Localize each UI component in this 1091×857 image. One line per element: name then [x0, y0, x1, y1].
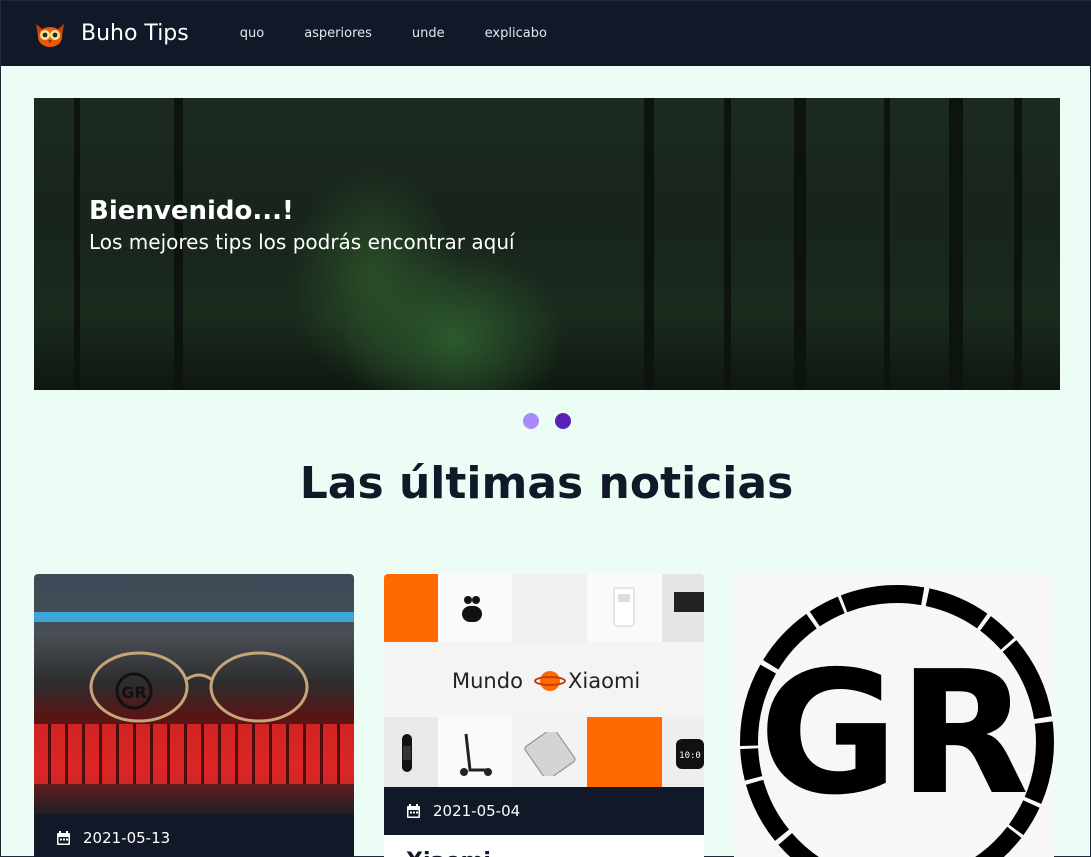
- hero-subtitle: Los mejores tips los podrás encontrar aq…: [89, 230, 515, 254]
- svg-text:GR: GR: [121, 683, 146, 702]
- card-date-text: 2021-05-04: [433, 802, 521, 820]
- nav-link-quo[interactable]: quo: [240, 26, 264, 41]
- svg-text:10:0: 10:0: [679, 751, 701, 761]
- owl-logo-icon: [34, 20, 66, 48]
- brand-name: Buho Tips: [81, 21, 189, 46]
- card-image: GR: [34, 574, 354, 814]
- screen-glow: [34, 612, 354, 622]
- card-title[interactable]: Xiaomi: [384, 835, 704, 857]
- news-card[interactable]: GR: [734, 574, 1054, 857]
- card-date: 2021-05-13: [34, 814, 354, 857]
- card-date-text: 2021-05-13: [83, 829, 171, 847]
- mundo-xiaomi-logo: Mundo Xiaomi: [452, 669, 640, 693]
- tv-icon: [674, 592, 704, 612]
- scooter-icon: [460, 733, 492, 776]
- nav-link-asperiores[interactable]: asperiores: [304, 26, 372, 41]
- brand-link[interactable]: Buho Tips: [34, 20, 189, 48]
- hero-caption: Bienvenido...! Los mejores tips los podr…: [89, 196, 515, 254]
- forest-image-detail: [884, 98, 890, 390]
- gr-logo-image: GR: [740, 585, 1054, 857]
- news-card[interactable]: Mundo Xiaomi 10:0 2021-05-04 Xiaomi: [384, 574, 704, 857]
- tablet-icon: [524, 732, 576, 776]
- news-card[interactable]: GR 2021-05-13: [34, 574, 354, 857]
- forest-image-detail: [1014, 98, 1022, 390]
- hero-carousel-slide[interactable]: Bienvenido...! Los mejores tips los podr…: [34, 98, 1060, 390]
- svg-text:Mundo: Mundo: [452, 669, 523, 693]
- forest-image-detail: [74, 98, 80, 390]
- forest-image-detail: [949, 98, 963, 390]
- forest-image-detail: [794, 98, 806, 390]
- hero-title: Bienvenido...!: [89, 196, 294, 226]
- calendar-icon: [407, 803, 420, 818]
- carousel-indicators: [523, 413, 587, 429]
- smart-band-icon: [402, 734, 412, 772]
- svg-text:Xiaomi: Xiaomi: [568, 669, 640, 693]
- nav-link-explicabo[interactable]: explicabo: [485, 26, 547, 41]
- glasses-icon: GR: [89, 651, 309, 723]
- nav-links: quo asperiores unde explicabo: [240, 26, 587, 41]
- card-image: Mundo Xiaomi 10:0: [384, 574, 704, 787]
- top-navbar: Buho Tips quo asperiores unde explicabo: [1, 1, 1091, 66]
- earbuds-icon: [462, 596, 482, 622]
- carousel-dot-1[interactable]: [523, 413, 539, 429]
- nav-link-unde[interactable]: unde: [412, 26, 445, 41]
- forest-image-detail: [724, 98, 731, 390]
- gr-logo-text: GR: [759, 635, 1029, 833]
- calendar-icon: [57, 830, 70, 845]
- carousel-dot-2-active[interactable]: [555, 413, 571, 429]
- keyboard-backlight: [34, 724, 354, 784]
- card-date: 2021-05-04: [384, 787, 704, 835]
- section-title: Las últimas noticias: [299, 458, 794, 509]
- air-purifier-icon: [613, 587, 635, 627]
- forest-image-detail: [644, 98, 654, 390]
- clock-device-icon: 10:0: [676, 739, 704, 769]
